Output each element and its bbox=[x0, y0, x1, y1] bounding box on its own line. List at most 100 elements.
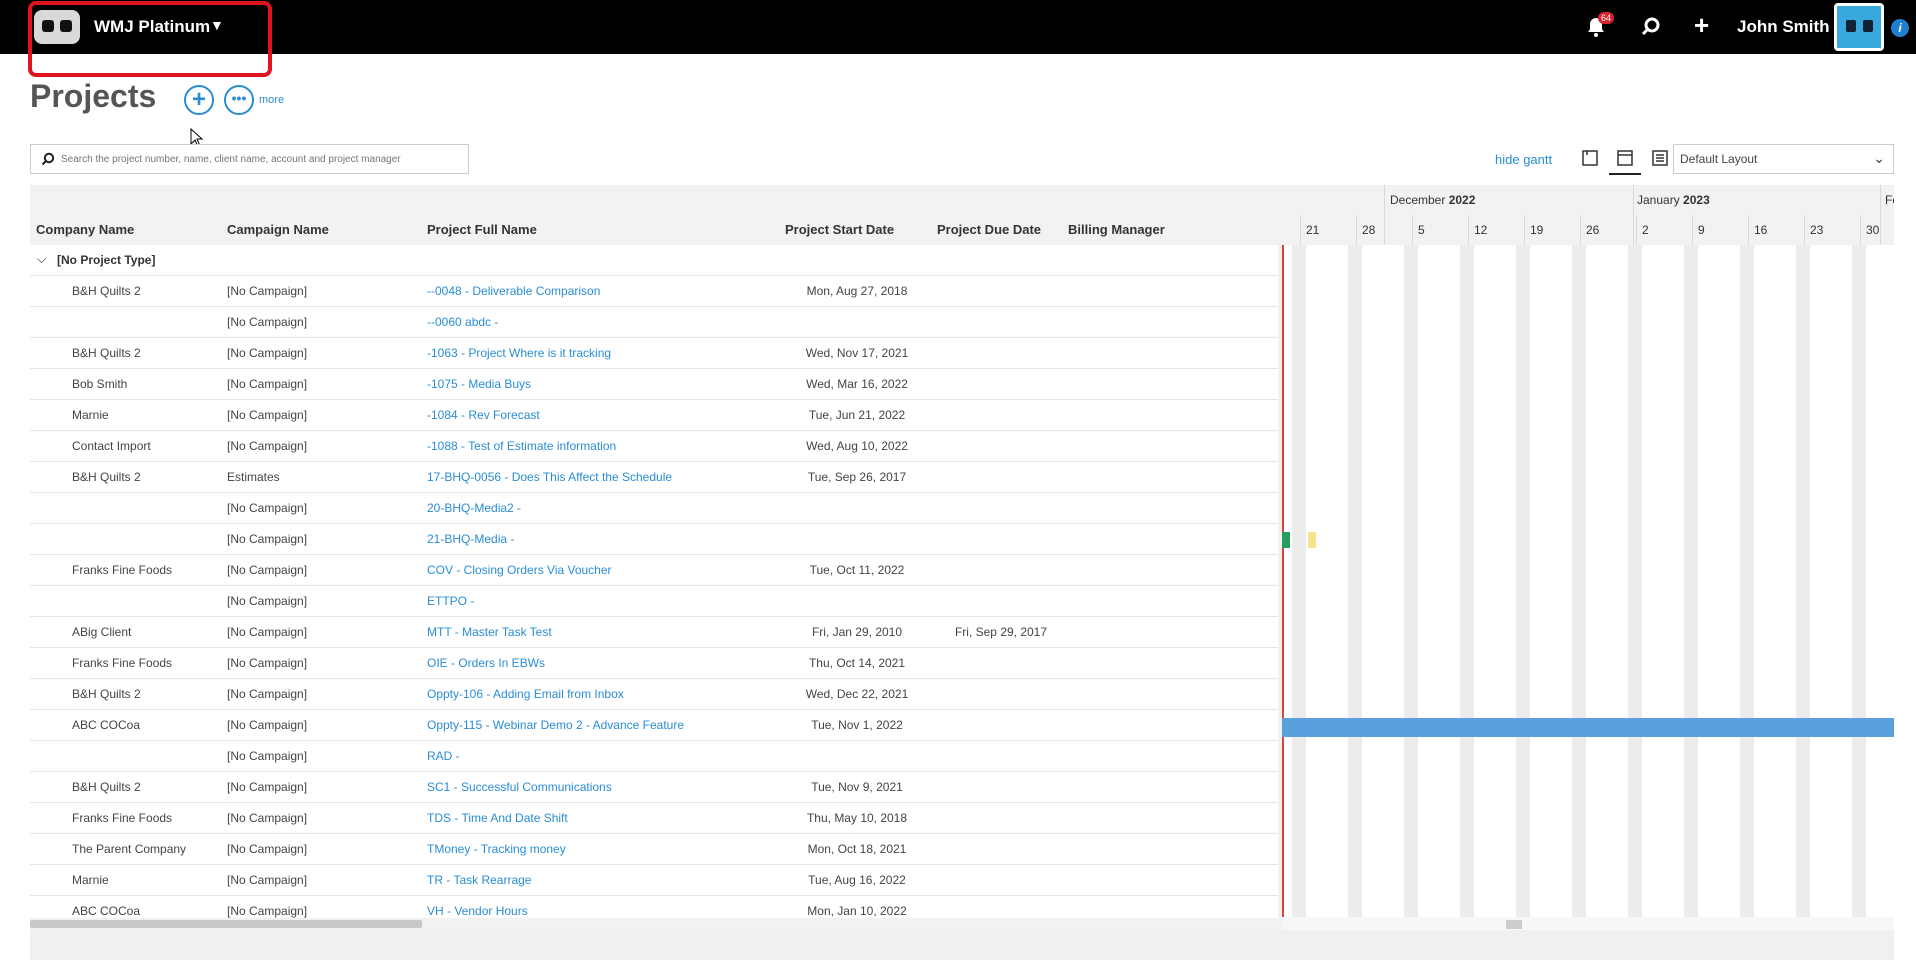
add-project-button[interactable]: + bbox=[184, 85, 214, 115]
day-separator bbox=[1860, 215, 1861, 245]
project-link[interactable]: TMoney - Tracking money bbox=[427, 842, 566, 856]
gantt-scrollbar[interactable] bbox=[1282, 917, 1894, 930]
horizontal-scrollbar[interactable] bbox=[30, 918, 1278, 930]
table-row[interactable]: [No Campaign] --0060 abdc - bbox=[30, 307, 1278, 338]
table-row[interactable]: Contact Import [No Campaign] -1088 - Test … bbox=[30, 431, 1278, 462]
user-name[interactable]: John Smith bbox=[1737, 17, 1830, 37]
weekend-stripe bbox=[1404, 245, 1418, 917]
weekend-stripe bbox=[1292, 245, 1306, 917]
table-row[interactable]: ABig Client [No Campaign] MTT - Master Tas… bbox=[30, 617, 1278, 648]
table-row[interactable]: B&H Quilts 2 Estimates 17-BHQ-0056 - Does … bbox=[30, 462, 1278, 493]
campaign-cell: [No Campaign] bbox=[227, 315, 308, 329]
day-separator bbox=[1412, 215, 1413, 245]
project-link[interactable]: MTT - Master Task Test bbox=[427, 625, 552, 639]
project-link[interactable]: --0060 abdc - bbox=[427, 315, 498, 329]
panel-view-icon[interactable] bbox=[1581, 149, 1599, 167]
gantt-day-label: 21 bbox=[1306, 223, 1320, 237]
table-row[interactable]: Bob Smith [No Campaign] -1075 - Media Buys… bbox=[30, 369, 1278, 400]
day-separator bbox=[1524, 215, 1525, 245]
weekend-stripe bbox=[1796, 245, 1810, 917]
column-header-due-date[interactable]: Project Due Date bbox=[937, 222, 1041, 237]
table-row[interactable]: Franks Fine Foods [No Campaign] OIE - Orde… bbox=[30, 648, 1278, 679]
project-search-box[interactable] bbox=[30, 144, 469, 174]
search-icon[interactable] bbox=[1640, 16, 1662, 38]
weekend-stripe bbox=[1460, 245, 1474, 917]
campaign-cell: [No Campaign] bbox=[227, 842, 308, 856]
day-separator bbox=[1804, 215, 1805, 245]
start-date-cell: Tue, Nov 1, 2022 bbox=[811, 718, 903, 732]
column-header-campaign[interactable]: Campaign Name bbox=[227, 222, 329, 237]
project-link[interactable]: -1075 - Media Buys bbox=[427, 377, 531, 391]
table-row[interactable]: Franks Fine Foods [No Campaign] TDS - Time… bbox=[30, 803, 1278, 834]
project-link[interactable]: Oppty-115 - Webinar Demo 2 - Advance Fea… bbox=[427, 718, 684, 732]
campaign-cell: [No Campaign] bbox=[227, 873, 308, 887]
project-link[interactable]: --0048 - Deliverable Comparison bbox=[427, 284, 600, 298]
day-separator bbox=[1748, 215, 1749, 245]
project-link[interactable]: -1088 - Test of Estimate information bbox=[427, 439, 616, 453]
group-row[interactable]: ⌵ [No Project Type] bbox=[30, 245, 1278, 276]
table-row[interactable]: B&H Quilts 2 [No Campaign] -1063 - Project… bbox=[30, 338, 1278, 369]
more-options-button[interactable]: ••• bbox=[224, 85, 254, 115]
day-separator bbox=[1692, 215, 1693, 245]
month-separator bbox=[1880, 185, 1881, 245]
project-link[interactable]: -1084 - Rev Forecast bbox=[427, 408, 540, 422]
project-link[interactable]: COV - Closing Orders Via Voucher bbox=[427, 563, 612, 577]
table-row[interactable]: The Parent Company [No Campaign] TMoney - … bbox=[30, 834, 1278, 865]
column-header-company[interactable]: Company Name bbox=[36, 222, 134, 237]
scrollbar-thumb[interactable] bbox=[30, 920, 422, 928]
project-link[interactable]: -1063 - Project Where is it tracking bbox=[427, 346, 611, 360]
table-row[interactable]: [No Campaign] 21-BHQ-Media - bbox=[30, 524, 1278, 555]
project-link[interactable]: TR - Task Rearrage bbox=[427, 873, 531, 887]
campaign-cell: [No Campaign] bbox=[227, 656, 308, 670]
start-date-cell: Thu, Oct 14, 2021 bbox=[808, 656, 906, 670]
project-link[interactable]: 21-BHQ-Media - bbox=[427, 532, 514, 546]
table-row[interactable]: Marnie [No Campaign] -1084 - Rev Forecast T… bbox=[30, 400, 1278, 431]
start-date-cell: Tue, Oct 11, 2022 bbox=[809, 563, 905, 577]
table-row[interactable]: Marnie [No Campaign] TR - Task Rearrage Tue… bbox=[30, 865, 1278, 896]
chevron-down-icon[interactable]: ⌵ bbox=[37, 252, 46, 267]
gantt-month-label: January 2023 bbox=[1637, 193, 1710, 207]
table-row[interactable]: ABC COCoa [No Campaign] Oppty-115 - Webina… bbox=[30, 710, 1278, 741]
project-link[interactable]: 17-BHQ-0056 - Does This Affect the Sched… bbox=[427, 470, 672, 484]
project-link[interactable]: OIE - Orders In EBWs bbox=[427, 656, 545, 670]
campaign-cell: [No Campaign] bbox=[227, 408, 308, 422]
avatar[interactable] bbox=[1834, 3, 1884, 51]
layout-select[interactable]: Default Layout ⌄ bbox=[1673, 144, 1894, 174]
project-link[interactable]: ETTPO - bbox=[427, 594, 474, 608]
project-link[interactable]: Oppty-106 - Adding Email from Inbox bbox=[427, 687, 624, 701]
project-link[interactable]: SC1 - Successful Communications bbox=[427, 780, 612, 794]
table-row[interactable]: Franks Fine Foods [No Campaign] COV - Clos… bbox=[30, 555, 1278, 586]
table-row[interactable]: B&H Quilts 2 [No Campaign] SC1 - Successfu… bbox=[30, 772, 1278, 803]
weekend-stripe bbox=[1628, 245, 1642, 917]
window-view-icon[interactable] bbox=[1616, 149, 1634, 167]
gantt-month-label: December 2022 bbox=[1390, 193, 1476, 207]
table-row[interactable]: B&H Quilts 2 [No Campaign] --0048 - Delive… bbox=[30, 276, 1278, 307]
month-separator bbox=[1633, 185, 1634, 245]
project-link[interactable]: TDS - Time And Date Shift bbox=[427, 811, 568, 825]
list-view-icon[interactable] bbox=[1651, 149, 1669, 167]
search-input[interactable] bbox=[61, 150, 461, 168]
table-row[interactable]: [No Campaign] 20-BHQ-Media2 - bbox=[30, 493, 1278, 524]
info-icon[interactable]: i bbox=[1891, 19, 1909, 37]
scrollbar-thumb[interactable] bbox=[1506, 920, 1522, 929]
project-link[interactable]: RAD - bbox=[427, 749, 460, 763]
company-cell: Marnie bbox=[72, 873, 109, 887]
hide-gantt-link[interactable]: hide gantt bbox=[1495, 152, 1552, 167]
due-date-cell: Fri, Sep 29, 2017 bbox=[954, 625, 1048, 639]
table-row[interactable]: [No Campaign] RAD - bbox=[30, 741, 1278, 772]
column-header-billing-manager[interactable]: Billing Manager bbox=[1068, 222, 1165, 237]
plus-icon[interactable]: + bbox=[1694, 12, 1709, 38]
project-link[interactable]: 20-BHQ-Media2 - bbox=[427, 501, 521, 515]
gantt-bar-blue[interactable] bbox=[1282, 718, 1894, 737]
notification-badge: 64 bbox=[1598, 12, 1615, 24]
project-link[interactable]: VH - Vendor Hours bbox=[427, 904, 528, 918]
table-row[interactable]: [No Campaign] ETTPO - bbox=[30, 586, 1278, 617]
company-cell: ABC COCoa bbox=[72, 904, 141, 918]
gantt-bar-yellow[interactable] bbox=[1308, 532, 1316, 548]
start-date-cell: Tue, Sep 26, 2017 bbox=[807, 470, 907, 484]
column-header-start-date[interactable]: Project Start Date bbox=[785, 222, 894, 237]
more-label[interactable]: more bbox=[259, 94, 284, 106]
column-header-project[interactable]: Project Full Name bbox=[427, 222, 537, 237]
gantt-bar-green[interactable] bbox=[1282, 532, 1290, 548]
table-row[interactable]: B&H Quilts 2 [No Campaign] Oppty-106 - Add… bbox=[30, 679, 1278, 710]
